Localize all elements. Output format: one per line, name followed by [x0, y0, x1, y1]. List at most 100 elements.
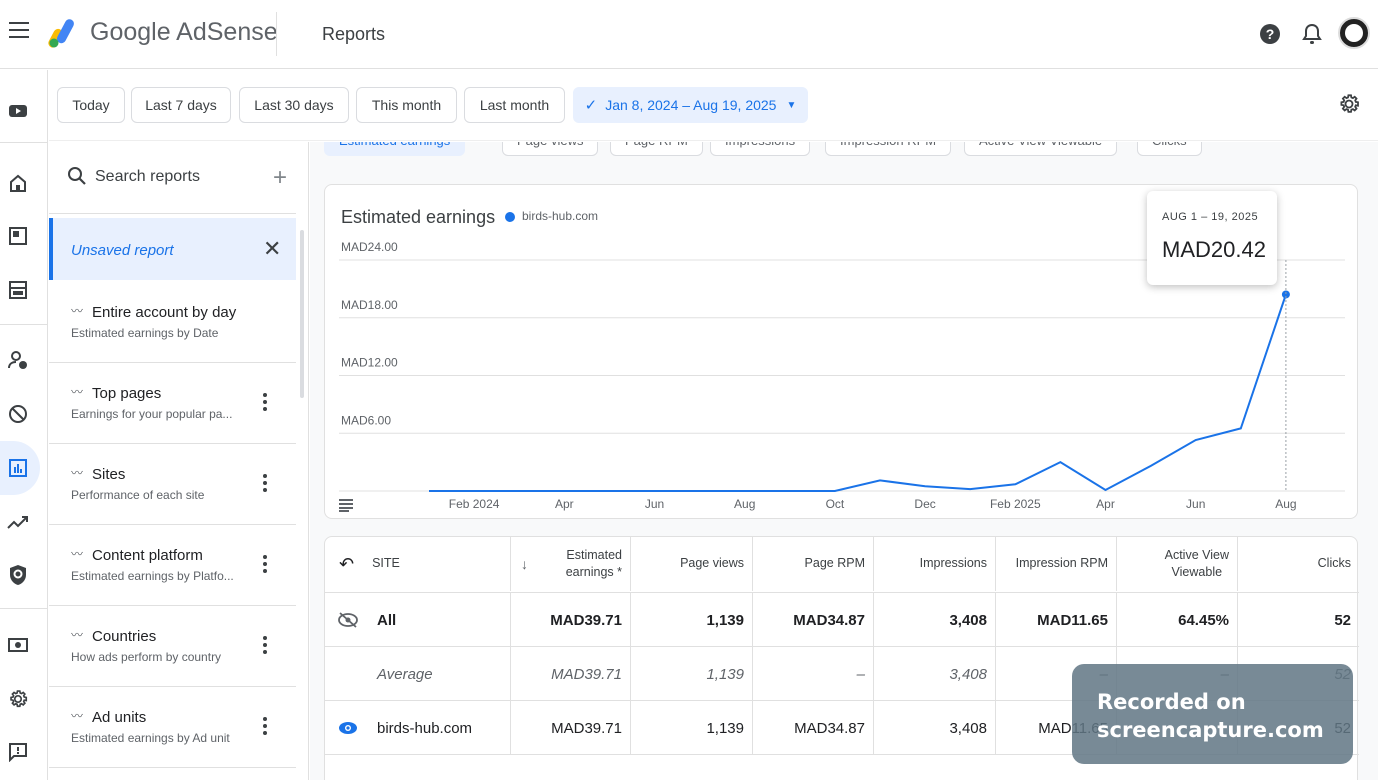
- impressions-header[interactable]: Impressions: [874, 537, 996, 591]
- search-reports[interactable]: Search reports +: [49, 142, 296, 214]
- header-text: earnings *: [565, 565, 622, 579]
- site-cell: All: [325, 593, 511, 647]
- sites-icon[interactable]: [5, 223, 31, 249]
- more-vert-icon[interactable]: [263, 474, 267, 495]
- page-title: Reports: [322, 24, 386, 44]
- privacy-messaging-icon[interactable]: [5, 347, 31, 373]
- svg-text:?: ?: [1266, 26, 1275, 42]
- metric-chip-estimated-earnings[interactable]: Estimated earnings: [324, 142, 466, 156]
- cell: MAD34.87: [753, 701, 874, 755]
- last-30-days-chip[interactable]: Last 30 days: [239, 87, 349, 123]
- ads-icon[interactable]: [5, 277, 31, 303]
- metric-chip-page-rpm[interactable]: Page RPM: [610, 142, 703, 156]
- check-icon: ✓: [584, 97, 598, 114]
- blocking-controls-icon[interactable]: [5, 401, 31, 427]
- last-month-chip[interactable]: Last month: [464, 87, 565, 123]
- metric-chip-page-views[interactable]: Page views: [502, 142, 599, 156]
- youtube-icon[interactable]: [5, 98, 31, 124]
- x-tick-label: Apr: [555, 497, 574, 511]
- search-input[interactable]: Search reports: [95, 168, 200, 186]
- report-item[interactable]: 〰 Sites Performance of each site: [49, 444, 296, 525]
- cell: MAD39.71: [511, 647, 631, 701]
- metric-chip-impression-rpm[interactable]: Impression RPM: [825, 142, 952, 156]
- watermark-line: screencapture.com: [1097, 718, 1324, 742]
- settings-icon[interactable]: [5, 686, 31, 712]
- date-range-picker[interactable]: ✓ Jan 8, 2024 – Aug 19, 2025 ▼: [573, 87, 808, 123]
- more-vert-icon[interactable]: [263, 717, 267, 738]
- payments-icon[interactable]: [5, 632, 31, 658]
- metric-chip-impressions[interactable]: Impressions: [710, 142, 811, 156]
- report-item[interactable]: 〰 Ad units Estimated earnings by Ad unit: [49, 687, 296, 768]
- y-tick-label: MAD24.00: [341, 240, 398, 254]
- close-icon[interactable]: ✕: [263, 236, 281, 262]
- undo-icon[interactable]: ↶: [339, 554, 354, 575]
- this-month-chip[interactable]: This month: [356, 87, 457, 123]
- unsaved-report-item[interactable]: Unsaved report ✕: [49, 218, 296, 280]
- divider: [276, 12, 277, 56]
- earnings-line: [429, 294, 1287, 492]
- header-text: Estimated: [566, 547, 622, 562]
- page-rpm-header[interactable]: Page RPM: [753, 537, 874, 591]
- menu-icon[interactable]: [9, 22, 29, 42]
- trend-icon: 〰: [71, 709, 84, 723]
- sidebar-scrollbar[interactable]: [300, 230, 304, 398]
- report-subtitle: Earnings for your popular pa...: [71, 407, 233, 421]
- home-icon[interactable]: [5, 170, 31, 196]
- search-icon: [68, 167, 86, 185]
- header-text: Impression RPM: [1015, 556, 1108, 571]
- today-chip[interactable]: Today: [57, 87, 125, 123]
- report-item[interactable]: 〰 Content platform Estimated earnings by…: [49, 525, 296, 606]
- site-header[interactable]: ↶ SITE: [325, 537, 511, 591]
- report-item[interactable]: 〰 Countries How ads perform by country: [49, 606, 296, 687]
- report-item[interactable]: 〰 Entire account by day Estimated earnin…: [49, 282, 296, 363]
- trend-icon: 〰: [71, 385, 84, 399]
- chart-menu-icon[interactable]: [339, 498, 353, 512]
- cell: 3,408: [874, 647, 996, 701]
- help-icon[interactable]: ?: [1258, 22, 1282, 46]
- active-view-header[interactable]: Active View Viewable: [1117, 537, 1238, 591]
- cell: MAD34.87: [753, 593, 874, 647]
- cell: –: [753, 647, 874, 701]
- date-range-label: Jan 8, 2024 – Aug 19, 2025: [605, 97, 777, 113]
- last-7-days-chip[interactable]: Last 7 days: [131, 87, 231, 123]
- report-subtitle: Estimated earnings by Platfo...: [71, 569, 234, 583]
- report-subtitle: Estimated earnings by Ad unit: [71, 731, 230, 745]
- optimization-icon[interactable]: [5, 509, 31, 535]
- x-tick-label: Aug: [1275, 497, 1296, 511]
- report-title: Top pages: [92, 385, 162, 402]
- x-tick-label: Jun: [645, 497, 664, 511]
- cell-text: birds-hub.com: [377, 719, 473, 737]
- cell: 1,139: [631, 647, 753, 701]
- tooltip-date: AUG 1 – 19, 2025: [1162, 211, 1259, 223]
- more-vert-icon[interactable]: [263, 555, 267, 576]
- est-earnings-header[interactable]: ↓ Estimated earnings *: [511, 537, 631, 591]
- x-tick-label: Oct: [826, 497, 845, 511]
- clicks-header[interactable]: Clicks: [1238, 537, 1359, 591]
- reports-icon[interactable]: [5, 455, 31, 481]
- more-vert-icon[interactable]: [263, 393, 267, 414]
- report-title: Content platform: [92, 547, 203, 564]
- report-settings-icon[interactable]: [1337, 92, 1361, 121]
- page-views-header[interactable]: Page views: [631, 537, 753, 591]
- cell: Average: [325, 647, 511, 701]
- visibility-icon[interactable]: [337, 719, 359, 737]
- table-row[interactable]: All MAD39.71 1,139 MAD34.87 3,408 MAD11.…: [325, 593, 1359, 647]
- notifications-icon[interactable]: [1300, 22, 1324, 46]
- report-item[interactable]: 〰 Top pages Earnings for your popular pa…: [49, 363, 296, 444]
- policy-center-icon[interactable]: [5, 562, 31, 588]
- add-report-icon[interactable]: +: [273, 166, 287, 190]
- report-title: Countries: [92, 628, 157, 645]
- visibility-off-icon[interactable]: [337, 611, 359, 629]
- y-tick-label: MAD12.00: [341, 356, 398, 370]
- cell: 1,139: [631, 701, 753, 755]
- impression-rpm-header[interactable]: Impression RPM: [996, 537, 1117, 591]
- cell-text: All: [377, 611, 397, 629]
- more-vert-icon[interactable]: [263, 636, 267, 657]
- metric-chip-active-view[interactable]: Active View Viewable: [964, 142, 1118, 156]
- metric-chip-clicks[interactable]: Clicks: [1137, 142, 1202, 156]
- header-text: Viewable: [1171, 565, 1223, 579]
- avatar[interactable]: [1338, 17, 1370, 49]
- y-tick-label: MAD18.00: [341, 298, 398, 312]
- feedback-icon[interactable]: [5, 739, 31, 765]
- brand-name: Google AdSense: [90, 18, 278, 46]
